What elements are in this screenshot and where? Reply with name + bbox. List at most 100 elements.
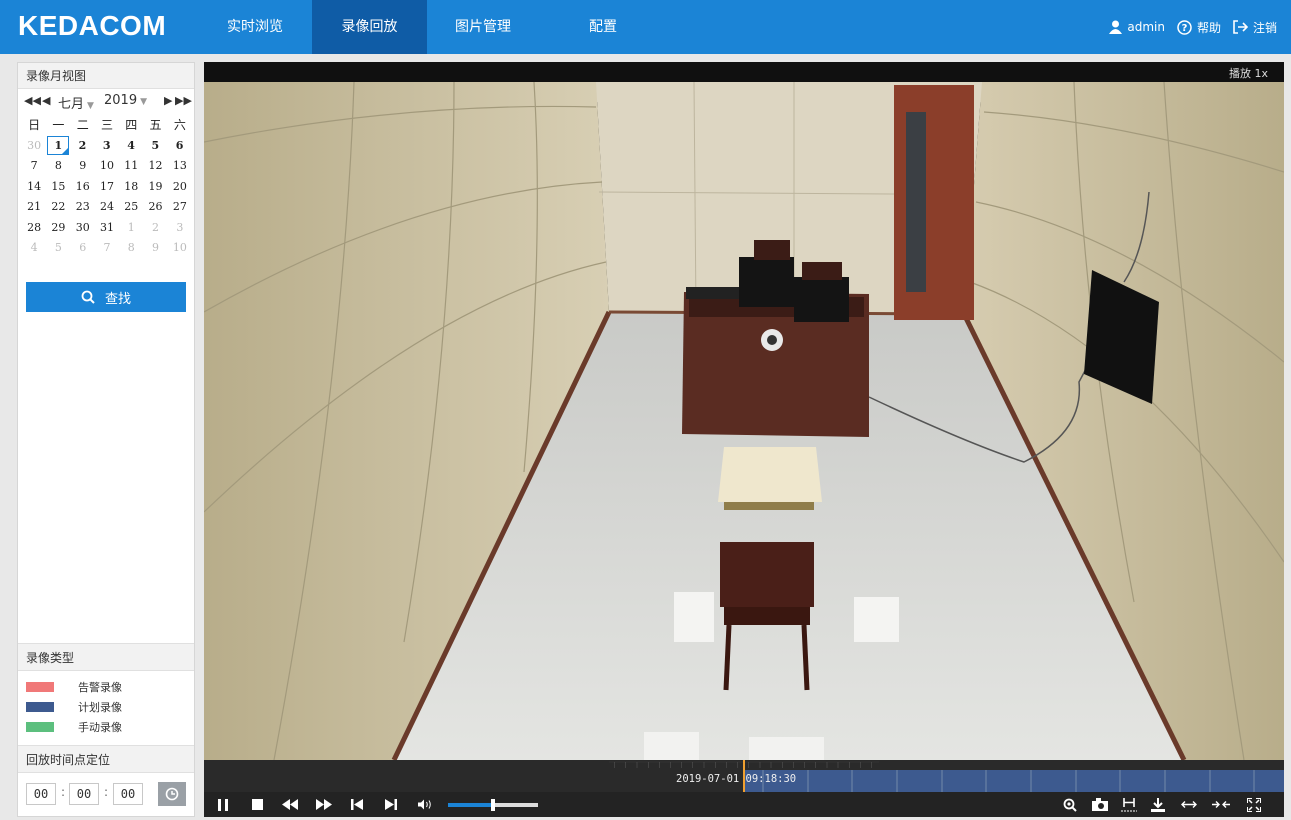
calendar-day[interactable]: 23 [71,197,95,218]
search-button[interactable]: 查找 [26,282,186,312]
calendar-day[interactable]: 6 [167,136,191,157]
next-month-icon[interactable]: ▶ [164,94,172,107]
calendar-day[interactable]: 2 [70,136,94,157]
calendar-day[interactable]: 2 [143,218,167,239]
weekday-label: 日 [28,118,41,132]
clock-locate-icon [165,787,179,801]
logout-link[interactable]: 注销 [1233,19,1277,36]
stop-button[interactable] [248,792,266,817]
calendar-day[interactable]: 10 [168,238,192,259]
username-label: admin [1127,20,1165,34]
help-link[interactable]: ? 帮助 [1177,19,1221,36]
calendar-day[interactable]: 27 [168,197,192,218]
calendar-day[interactable]: 5 [46,238,70,259]
calendar-day[interactable]: 21 [22,197,46,218]
calendar-day[interactable]: 9 [143,238,167,259]
volume-slider[interactable] [448,799,538,811]
legend-label: 手动录像 [78,721,122,734]
volume-button[interactable] [416,792,434,817]
calendar-day[interactable]: 30 [22,136,46,157]
calendar-day[interactable]: 3 [95,136,119,157]
download-button[interactable] [1148,792,1168,817]
calendar-grid: 日 一 二 三 四 五 六 30 1 2 3 4 5 6 7 8 9 10 11… [22,115,192,259]
interrogation-room-image [204,82,1284,760]
volume-level-fill [448,803,493,807]
next-year-icon[interactable]: ▶▶ [175,94,192,107]
calendar-day[interactable]: 7 [22,156,46,177]
calendar-day[interactable]: 31 [95,218,119,239]
hour-input[interactable]: 00 [26,783,56,805]
second-input[interactable]: 00 [113,783,143,805]
search-label: 查找 [104,291,131,307]
expand-timeline-button[interactable] [1178,792,1200,817]
playback-timeline[interactable]: 2019-07-01 09:18:30 [204,760,1284,792]
fullscreen-button[interactable] [1244,792,1264,817]
year-select[interactable]: 2019 ▼ [104,93,147,108]
calendar-day[interactable]: 8 [119,238,143,259]
fullscreen-icon [1247,797,1261,812]
tab-playback[interactable]: 录像回放 [312,0,427,54]
weekday-header-row: 日 一 二 三 四 五 六 [22,115,192,136]
kedacom-logo: KEDACOM [18,10,167,41]
calendar-title: 录像月视图 [18,63,194,89]
calendar-day[interactable]: 4 [22,238,46,259]
prev-year-icon[interactable]: ◀◀ [24,94,41,107]
fast-button[interactable] [314,792,334,817]
user-menu[interactable]: admin [1109,20,1165,34]
calendar-day[interactable]: 9 [71,156,95,177]
calendar-day[interactable]: 8 [46,156,70,177]
tab-config[interactable]: 配置 [560,0,646,54]
previous-frame-button[interactable] [348,792,366,817]
snapshot-button[interactable] [1090,792,1110,817]
next-frame-button[interactable] [382,792,400,817]
calendar-day[interactable]: 17 [95,177,119,198]
calendar-week-row: 14 15 16 17 18 19 20 [22,177,192,198]
calendar-day[interactable]: 25 [119,197,143,218]
calendar-day[interactable]: 5 [143,136,167,157]
search-icon [81,290,95,304]
calendar-day[interactable]: 20 [168,177,192,198]
calendar-navigation: ◀◀ ◀ 七月 ▼ 2019 ▼ ▶ ▶▶ [18,89,194,115]
calendar-day[interactable]: 13 [168,156,192,177]
calendar-day[interactable]: 26 [143,197,167,218]
calendar-day-selected[interactable]: 1 [47,135,70,155]
volume-knob[interactable] [491,799,495,811]
tab-image-management[interactable]: 图片管理 [440,0,526,54]
calendar-day[interactable]: 19 [143,177,167,198]
collapse-timeline-button[interactable] [1210,792,1232,817]
calendar-day[interactable]: 30 [71,218,95,239]
logout-icon [1233,20,1248,34]
clip-button[interactable] [1118,792,1140,817]
tab-live-view[interactable]: 实时浏览 [212,0,298,54]
calendar-day[interactable]: 6 [71,238,95,259]
locate-time-button[interactable] [158,782,186,806]
user-area: admin ? 帮助 注销 [1097,0,1277,54]
prev-month-icon[interactable]: ◀ [42,94,50,107]
calendar-day[interactable]: 24 [95,197,119,218]
zoom-button[interactable] [1060,792,1080,817]
calendar-day[interactable]: 12 [143,156,167,177]
calendar-day[interactable]: 28 [22,218,46,239]
calendar-day[interactable]: 4 [119,136,143,157]
calendar-day[interactable]: 15 [46,177,70,198]
calendar-day[interactable]: 22 [46,197,70,218]
calendar-day[interactable]: 1 [119,218,143,239]
calendar-day[interactable]: 7 [95,238,119,259]
clip-icon [1121,797,1137,811]
pause-button[interactable] [214,792,232,817]
slow-button[interactable] [280,792,300,817]
video-frame[interactable] [204,82,1284,760]
calendar-day[interactable]: 16 [71,177,95,198]
calendar-day[interactable]: 18 [119,177,143,198]
calendar-day[interactable]: 3 [168,218,192,239]
video-status-bar: 播放 1x [204,62,1284,82]
logout-label: 注销 [1252,20,1277,35]
calendar-day[interactable]: 14 [22,177,46,198]
calendar-day[interactable]: 11 [119,156,143,177]
calendar-week-row: 4 5 6 7 8 9 10 [22,238,192,259]
calendar-day[interactable]: 10 [95,156,119,177]
minute-input[interactable]: 00 [69,783,99,805]
month-select[interactable]: 七月 ▼ [58,93,94,112]
legend-manual-record: 手动录像 [26,720,122,734]
calendar-day[interactable]: 29 [46,218,70,239]
